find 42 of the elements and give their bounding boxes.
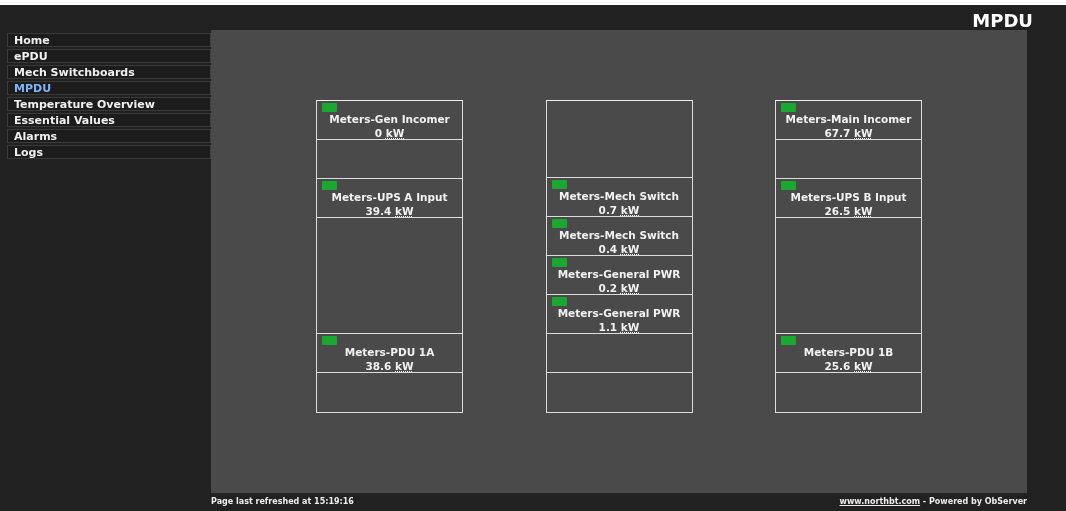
meter-reading: 39.4 kW (365, 205, 414, 217)
nav-item[interactable]: Essential Values (7, 113, 211, 127)
meter-tile[interactable]: Meters-Gen Incomer 0 kW (317, 101, 462, 140)
meter-tile[interactable]: Meters-UPS A Input 39.4 kW (317, 179, 462, 218)
meter-reading: 38.6 kW (365, 360, 414, 372)
meter-name: Meters-Mech Switch (559, 229, 679, 241)
meter-reading: 0.7 kW (598, 204, 640, 216)
meter-name: Meters-General PWR (557, 307, 681, 319)
nav-item[interactable]: Alarms (7, 129, 211, 143)
page-title: MPDU (972, 10, 1033, 31)
meter-tile[interactable]: Meters-Mech Switch 0.4 kW (546, 217, 692, 256)
refresh-time: Page last refreshed at 15:19:16 (211, 497, 354, 508)
footer-credit: www.northbt.com - Powered by ObServer (839, 497, 1027, 508)
meter-name: Meters-Mech Switch (559, 190, 679, 202)
meter-reading: 25.6 kW (824, 360, 873, 372)
meter-tile[interactable]: Meters-PDU 1A 38.6 kW (317, 334, 462, 373)
nav-item[interactable]: Mech Switchboards (7, 65, 211, 79)
meter-tile[interactable]: Meters-PDU 1B 25.6 kW (776, 334, 921, 373)
meter-name: Meters-Main Incomer (785, 113, 912, 125)
meter-tile[interactable]: Meters-General PWR 1.1 kW (546, 295, 692, 334)
meter-reading: 1.1 kW (598, 321, 640, 333)
meter-reading: 0 kW (374, 127, 405, 139)
meter-name: Meters-UPS B Input (790, 191, 907, 203)
meter-reading: 26.5 kW (824, 205, 873, 217)
meter-reading: 67.7 kW (824, 127, 873, 139)
meter-name: Meters-PDU 1B (803, 346, 894, 358)
nav-item[interactable]: MPDU (7, 81, 211, 95)
meter-name: Meters-PDU 1A (344, 346, 435, 358)
meter-reading: 0.2 kW (598, 282, 640, 294)
website-link[interactable]: www.northbt.com (839, 497, 921, 506)
meter-name: Meters-Gen Incomer (329, 113, 450, 125)
meter-tile[interactable]: Meters-General PWR 0.2 kW (546, 256, 692, 295)
nav-item[interactable]: Logs (7, 145, 211, 159)
nav-item[interactable]: ePDU (7, 49, 211, 63)
meter-tile[interactable]: Meters-Main Incomer 67.7 kW (776, 101, 921, 140)
meter-tile[interactable]: Meters-Mech Switch 0.7 kW (546, 178, 692, 217)
nav-item[interactable]: Temperature Overview (7, 97, 211, 111)
meter-tile[interactable]: Meters-UPS B Input 26.5 kW (776, 179, 921, 218)
meter-reading: 0.4 kW (598, 243, 640, 255)
meter-name: Meters-UPS A Input (331, 191, 448, 203)
meter-name: Meters-General PWR (557, 268, 681, 280)
nav-item[interactable]: Home (7, 33, 211, 47)
